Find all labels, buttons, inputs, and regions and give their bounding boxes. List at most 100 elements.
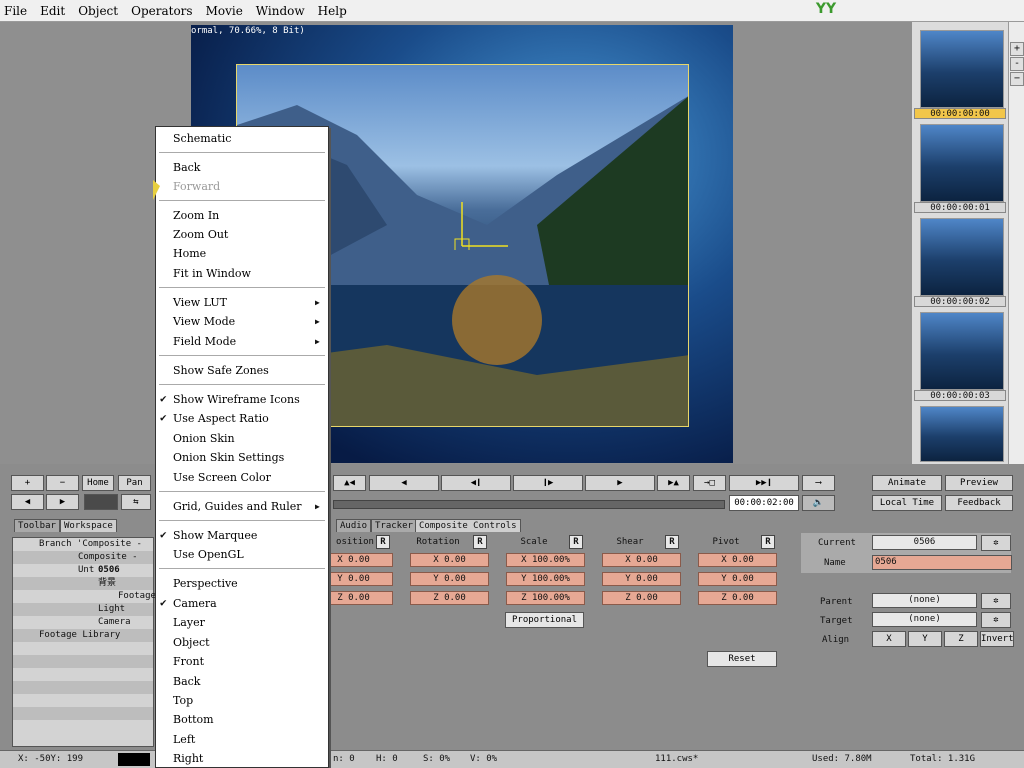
pick-current-icon[interactable]: ✲ — [981, 535, 1011, 551]
proportional-toggle[interactable]: Proportional — [505, 612, 584, 628]
reset-rotation-button[interactable]: R — [473, 535, 487, 549]
collapse-button[interactable]: − — [1010, 72, 1024, 86]
menu-window[interactable]: Window — [256, 4, 305, 18]
filmstrip-scrollbar[interactable]: + - − — [1008, 22, 1024, 464]
color-swatch[interactable] — [84, 494, 118, 510]
shear-x-field[interactable]: X 0.00 — [602, 553, 681, 567]
reset-scale-button[interactable]: R — [569, 535, 583, 549]
workspace-tree[interactable]: Branch 'Composite - Unt Composite - Unt … — [12, 537, 156, 747]
reset-button[interactable]: Reset — [707, 651, 777, 667]
menu-item-front[interactable]: Front — [173, 655, 204, 668]
invert-button[interactable]: Invert — [980, 631, 1014, 647]
transform-gizmo-icon[interactable] — [452, 200, 512, 250]
align-y-button[interactable]: Y — [908, 631, 942, 647]
thumbnail-frame[interactable] — [920, 312, 1004, 390]
current-select[interactable]: 0506 — [872, 535, 977, 550]
back-arrow-icon[interactable]: ◀ — [11, 494, 44, 510]
tree-item[interactable]: 0506 — [13, 564, 153, 577]
mode-icon[interactable]: ⇆ — [121, 494, 151, 510]
menu-item-back-view[interactable]: Back — [173, 675, 200, 688]
feedback-checkbox[interactable]: Feedback — [945, 495, 1013, 511]
rotation-y-field[interactable]: Y 0.00 — [410, 572, 489, 586]
menu-item-left[interactable]: Left — [173, 733, 195, 746]
menu-item-aspect-ratio[interactable]: Use Aspect Ratio — [173, 412, 269, 425]
tree-item[interactable]: Footage Library — [13, 629, 153, 642]
tab-workspace[interactable]: Workspace — [60, 519, 117, 532]
current-time-field[interactable]: 00:00:02:00 — [729, 495, 799, 511]
animate-button[interactable]: Animate — [872, 475, 942, 491]
tree-item[interactable]: Camera — [13, 616, 153, 629]
tree-item[interactable]: 背景 — [13, 577, 153, 590]
step-back-icon[interactable]: ◀❙ — [441, 475, 511, 491]
menu-item-schematic[interactable]: Schematic — [173, 132, 231, 145]
menu-edit[interactable]: Edit — [40, 4, 65, 18]
menu-item-opengl[interactable]: Use OpenGL — [173, 548, 244, 561]
zoom-in-button[interactable]: + — [1010, 42, 1024, 56]
home-button[interactable]: Home — [82, 475, 114, 491]
menu-item-show-marquee[interactable]: Show Marquee — [173, 529, 257, 542]
shear-z-field[interactable]: Z 0.00 — [602, 591, 681, 605]
reset-shear-button[interactable]: R — [665, 535, 679, 549]
thumbnail-frame[interactable] — [920, 124, 1004, 202]
menu-item-layer[interactable]: Layer — [173, 616, 205, 629]
align-x-button[interactable]: X — [872, 631, 906, 647]
rotation-x-field[interactable]: X 0.00 — [410, 553, 489, 567]
tab-composite-controls[interactable]: Composite Controls — [415, 519, 521, 532]
menu-item-zoom-out[interactable]: Zoom Out — [173, 228, 228, 241]
align-z-button[interactable]: Z — [944, 631, 978, 647]
tree-item[interactable]: Composite - Unt — [13, 551, 153, 575]
menu-item-view-mode[interactable]: View Mode — [173, 315, 235, 328]
pan-button[interactable]: Pan — [118, 475, 151, 491]
menu-item-field-mode[interactable]: Field Mode — [173, 335, 236, 348]
zoom-out-button[interactable]: - — [1010, 57, 1024, 71]
tree-item[interactable]: Light — [13, 603, 153, 616]
local-time-select[interactable]: Local Time — [872, 495, 942, 511]
reset-position-button[interactable]: R — [376, 535, 390, 549]
menu-item-screen-color[interactable]: Use Screen Color — [173, 471, 271, 484]
go-start-icon[interactable]: ▲◀ — [333, 475, 366, 491]
scale-z-field[interactable]: Z 100.00% — [506, 591, 585, 605]
scale-x-field[interactable]: X 100.00% — [506, 553, 585, 567]
menu-object[interactable]: Object — [78, 4, 118, 18]
fast-forward-icon[interactable]: ▶▶❙ — [729, 475, 799, 491]
remove-button[interactable]: − — [46, 475, 79, 491]
menu-file[interactable]: File — [4, 4, 27, 18]
thumbnail-frame[interactable] — [920, 218, 1004, 296]
timeline-slider[interactable] — [333, 500, 725, 509]
menu-movie[interactable]: Movie — [206, 4, 243, 18]
filmstrip[interactable]: 00:00:00:00 00:00:00:01 00:00:00:02 00:0… — [912, 22, 1008, 464]
loop-icon[interactable]: →□ — [693, 475, 726, 491]
menu-item-perspective[interactable]: Perspective — [173, 577, 238, 590]
speaker-icon[interactable]: 🔈 — [802, 495, 835, 511]
step-forward-icon[interactable]: ❙▶ — [513, 475, 583, 491]
parent-select[interactable]: (none) — [872, 593, 977, 608]
context-menu[interactable]: Schematic Back Forward Zoom In Zoom Out … — [155, 126, 329, 768]
name-field[interactable]: 0506 — [872, 555, 1012, 570]
menu-item-safe-zones[interactable]: Show Safe Zones — [173, 364, 269, 377]
add-button[interactable]: + — [11, 475, 44, 491]
scale-y-field[interactable]: Y 100.00% — [506, 572, 585, 586]
menu-item-back[interactable]: Back — [173, 161, 200, 174]
target-select[interactable]: (none) — [872, 612, 977, 627]
menu-item-onion-skin[interactable]: Onion Skin — [173, 432, 235, 445]
menu-item-view-lut[interactable]: View LUT — [173, 296, 227, 309]
go-end-icon[interactable]: ▶▲ — [657, 475, 690, 491]
tab-tracker[interactable]: Tracker — [371, 519, 417, 532]
preview-button[interactable]: Preview — [945, 475, 1013, 491]
pick-target-icon[interactable]: ✲ — [981, 612, 1011, 628]
menu-item-onion-settings[interactable]: Onion Skin Settings — [173, 451, 284, 464]
play-reverse-icon[interactable]: ◀ — [369, 475, 439, 491]
menu-item-camera[interactable]: Camera — [173, 597, 217, 610]
pick-parent-icon[interactable]: ✲ — [981, 593, 1011, 609]
tab-toolbar[interactable]: Toolbar — [14, 519, 60, 532]
play-icon[interactable]: ▶ — [585, 475, 655, 491]
tree-item[interactable]: Branch 'Composite - Unt — [13, 538, 153, 562]
menu-help[interactable]: Help — [318, 4, 347, 18]
thumbnail-frame[interactable] — [920, 30, 1004, 108]
pivot-x-field[interactable]: X 0.00 — [698, 553, 777, 567]
menu-item-fit-window[interactable]: Fit in Window — [173, 267, 251, 280]
tree-item[interactable]: Footage — [13, 590, 156, 603]
menu-item-wireframe-icons[interactable]: Show Wireframe Icons — [173, 393, 300, 406]
menu-item-object[interactable]: Object — [173, 636, 210, 649]
menu-item-bottom[interactable]: Bottom — [173, 713, 214, 726]
